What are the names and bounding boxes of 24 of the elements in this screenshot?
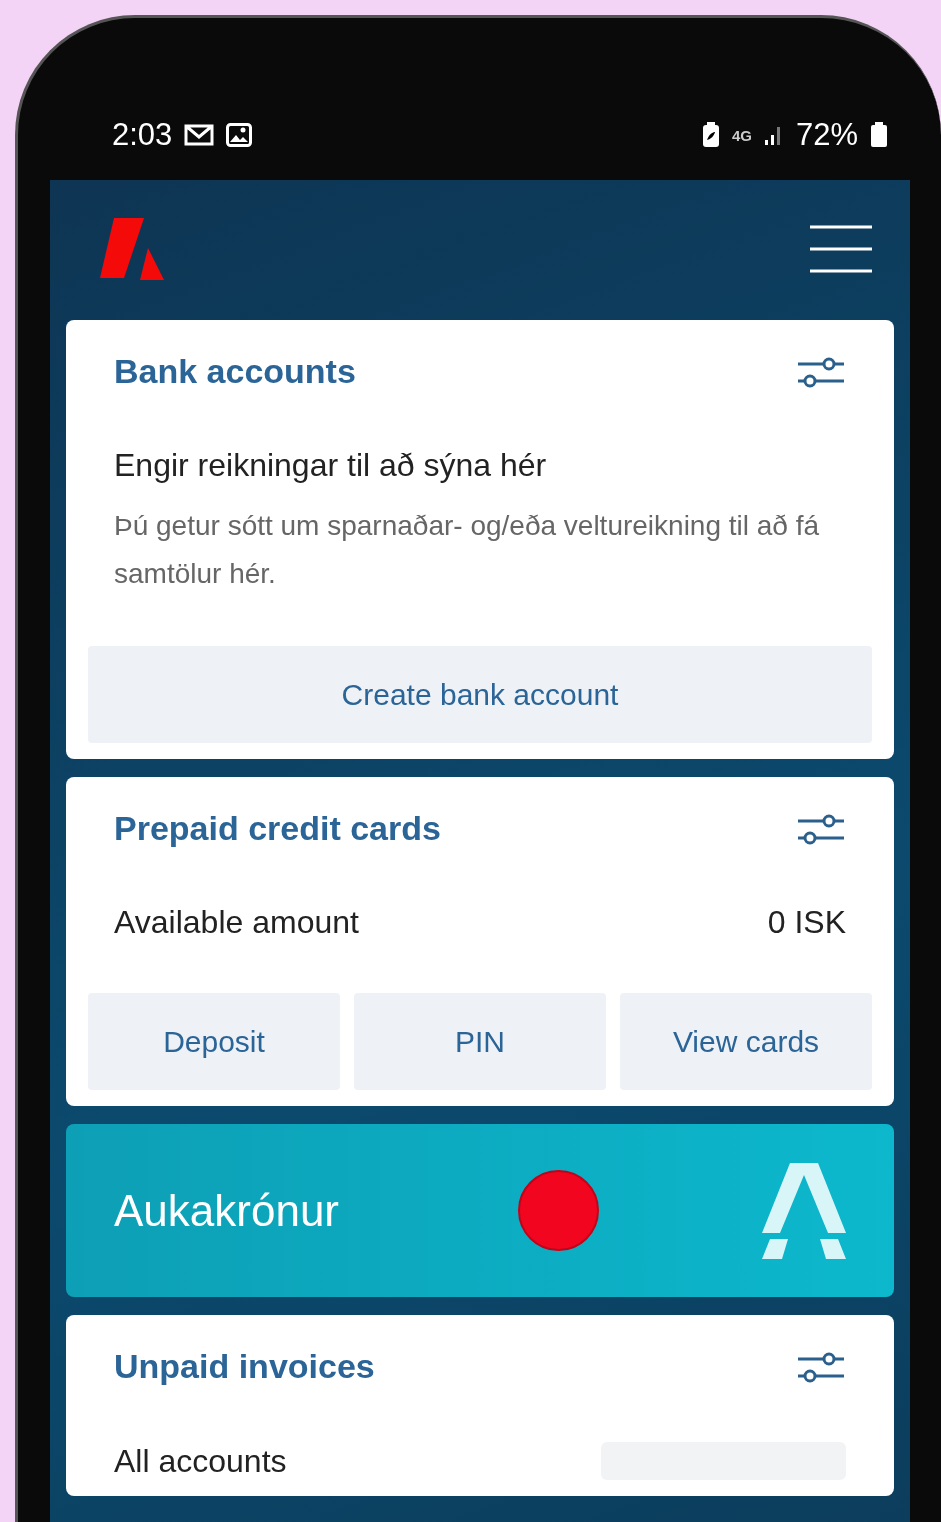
mail-icon (184, 124, 215, 146)
battery-percent: 72% (795, 117, 858, 153)
card-action-button[interactable]: View cards (620, 993, 872, 1090)
battery-saver-icon (701, 122, 720, 148)
section-title: Unpaid invoices (114, 1347, 375, 1386)
card-action-button[interactable]: Deposit (88, 993, 340, 1090)
network-type: 4G (731, 126, 752, 144)
section-title: Prepaid credit cards (114, 809, 441, 848)
battery-icon (870, 122, 888, 148)
promo-banner[interactable]: Aukakrónur (66, 1124, 894, 1297)
brand-logo-icon (762, 1162, 846, 1259)
card-action-button[interactable]: PIN (354, 993, 606, 1090)
image-icon (226, 123, 253, 147)
amount-label: Available amount (114, 904, 359, 941)
status-time: 2:03 (112, 117, 173, 153)
section-title: Bank accounts (114, 352, 356, 391)
bank-logo (100, 218, 164, 282)
create-bank-account-button[interactable]: Create bank account (88, 646, 872, 743)
banner-title: Aukakrónur (114, 1185, 340, 1236)
empty-state-text: Þú getur sótt um sparnaðar- og/eða veltureikning til að fá samtölur hér. (113, 509, 821, 591)
menu-button[interactable] (810, 224, 872, 276)
accounts-label: All accounts (114, 1442, 287, 1480)
empty-state-title: Engir reikningar til að sýna hér (113, 446, 548, 484)
amount-value: 0 ISK (767, 904, 846, 941)
